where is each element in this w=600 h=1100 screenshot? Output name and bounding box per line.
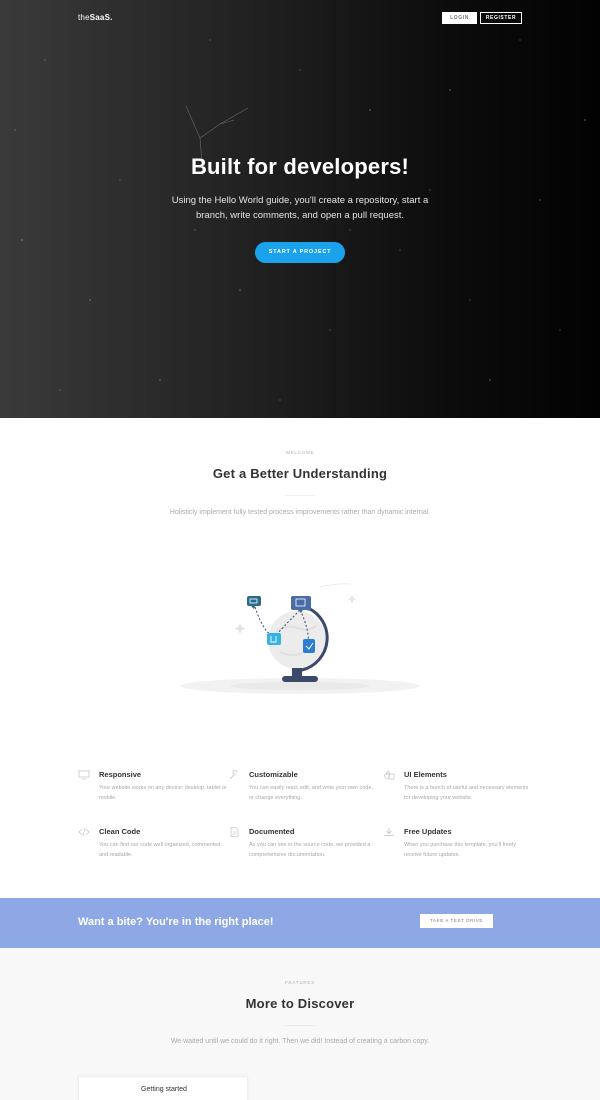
feature-title: Free Updates	[404, 827, 452, 836]
hero-title: Built for developers!	[190, 154, 410, 179]
welcome-title: Get a Better Understanding	[212, 466, 388, 481]
brand-logo[interactable]: theSaaS.	[78, 13, 113, 22]
welcome-eyebrow: WELCOME	[285, 450, 315, 455]
cta-text: Want a bite? You're in the right place!	[78, 916, 274, 928]
feature-title: Documented	[249, 827, 295, 836]
document-icon	[230, 827, 239, 837]
code-icon	[78, 827, 90, 837]
feature-title: Customizable	[249, 770, 298, 779]
card-label: Getting started	[141, 1086, 187, 1093]
download-icon	[384, 828, 394, 836]
feature-text: Your website works on any device: deskto…	[99, 785, 227, 801]
welcome-subtitle: Holisticly implement fully tested proces…	[169, 509, 431, 516]
feature-text: You can easily read, edit, and write you…	[249, 785, 373, 801]
hero-section: theSaaS. LOGIN REGISTER Built for develo…	[0, 0, 600, 418]
feature-text: As you can see in the source code, we pr…	[249, 842, 371, 858]
feature-title: Clean Code	[99, 827, 141, 836]
getting-started-card[interactable]: Getting started	[78, 1076, 248, 1100]
start-project-button[interactable]: START A PROJECT	[255, 242, 345, 263]
feature-title: Responsive	[99, 770, 142, 779]
logo-prefix: the	[78, 13, 90, 22]
login-button[interactable]: LOGIN	[442, 12, 477, 24]
hero-subtitle: Using the Hello World guide, you'll crea…	[171, 195, 429, 221]
feature-text: There is a bunch of useful and necessary…	[404, 785, 529, 801]
logo-suffix: SaaS.	[89, 13, 113, 22]
globe-illustration	[180, 583, 420, 694]
welcome-divider	[285, 495, 315, 496]
feature-title: UI Elements	[404, 770, 447, 779]
shapes-icon	[384, 770, 395, 780]
wrench-icon	[229, 770, 238, 780]
discover-divider	[285, 1025, 315, 1026]
monitor-icon	[78, 770, 90, 780]
discover-eyebrow: FEATURES	[284, 980, 316, 985]
register-button[interactable]: REGISTER	[480, 12, 522, 24]
discover-subtitle: We waited until we could do it right. Th…	[170, 1038, 430, 1045]
discover-title: More to Discover	[245, 996, 355, 1011]
cta-banner: Want a bite? You're in the right place! …	[0, 898, 600, 948]
feature-text: When you purchase this template, you'll …	[404, 842, 517, 858]
feature-text: You can find our code well organized, co…	[99, 842, 221, 858]
test-drive-button[interactable]: TAKE A TEST DRIVE	[420, 914, 493, 928]
